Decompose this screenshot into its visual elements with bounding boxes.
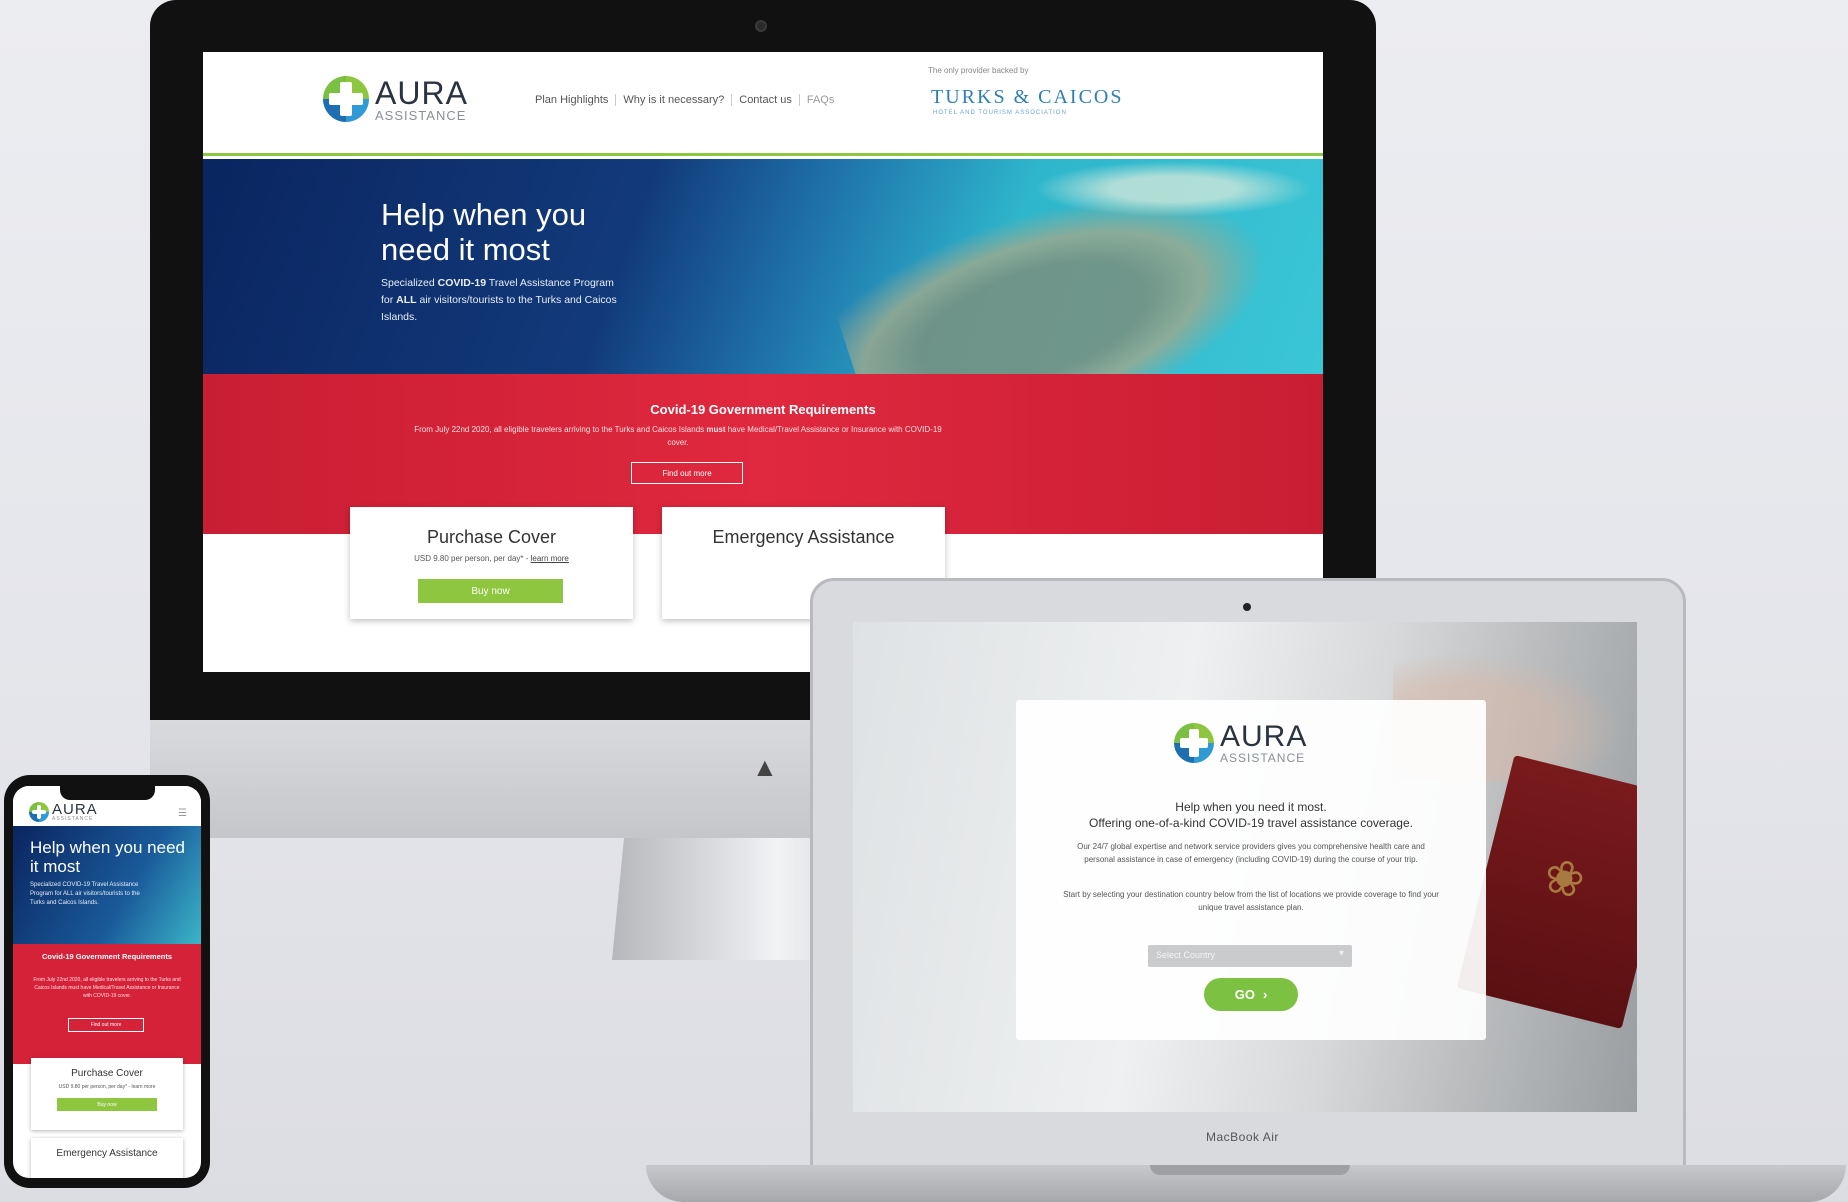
panel-subheadline: Offering one-of-a-kind COVID-19 travel a… (1089, 816, 1413, 830)
nav-plan-highlights[interactable]: Plan Highlights (528, 94, 617, 106)
mobile-req-title: Covid-19 Government Requirements (41, 952, 173, 961)
nav-faqs[interactable]: FAQs (800, 94, 842, 106)
partner-sub: HOTEL AND TOURISM ASSOCIATION (933, 110, 1067, 116)
passport-emblem-icon: ❀ (1538, 848, 1591, 910)
hamburger-menu-icon[interactable]: ☰ (178, 808, 187, 819)
mobile-requirements: Covid-19 Government Requirements From Ju… (13, 944, 201, 1064)
panel-instructions: Start by selecting your destination coun… (1063, 890, 1439, 912)
country-select[interactable]: Select Country ▾ (1148, 945, 1352, 967)
brand-logo: AURA ASSISTANCE (1174, 722, 1307, 764)
go-label: GO (1234, 987, 1255, 1002)
imac-camera (755, 20, 767, 32)
hero-title: Help when you need it most (381, 197, 587, 267)
mobile-card-title: Purchase Cover (71, 1068, 143, 1079)
card-title: Emergency Assistance (712, 527, 895, 547)
mobile-hero: Help when you need it most Specialized C… (13, 826, 201, 944)
mobile-find-out-more-button[interactable]: Find out more (68, 1018, 144, 1032)
mobile-hero-text: Specialized COVID-19 Travel Assistance P… (30, 882, 140, 906)
brand-logo[interactable]: AURA ASSISTANCE (323, 76, 468, 122)
laptop-site: ❀ AURA ASSISTANCE Help when you need it … (853, 622, 1637, 1112)
find-out-more-button[interactable]: Find out more (631, 462, 743, 484)
partner-tagline: The only provider backed by (928, 66, 1029, 75)
card-price: USD 9.80 per person, per day* - learn mo… (414, 554, 569, 563)
chevron-right-icon: › (1262, 987, 1268, 1002)
mobile-req-text: From July 22nd 2020, all eligible travel… (33, 977, 181, 999)
brand-logo[interactable]: AURA ASSISTANCE (29, 802, 98, 822)
site-header: AURA ASSISTANCE Plan Highlights Why is i… (203, 52, 1323, 156)
requirements-title: Covid-19 Government Requirements (650, 402, 876, 417)
panel-description: Our 24/7 global expertise and network se… (1077, 842, 1425, 864)
purchase-cover-card: Purchase Cover USD 9.80 per person, per … (350, 507, 633, 619)
card-title: Purchase Cover (426, 527, 557, 547)
chevron-down-icon: ▾ (1338, 948, 1344, 959)
brand-sub: ASSISTANCE (52, 816, 94, 822)
buy-now-button[interactable]: Buy now (418, 579, 563, 603)
select-placeholder: Select Country (1156, 950, 1216, 960)
mobile-card-title: Emergency Assistance (56, 1148, 158, 1159)
mobile-purchase-card: Purchase Cover USD 9.80 per person, per … (31, 1058, 183, 1130)
learn-more-link[interactable]: learn more (531, 554, 569, 563)
brand-sub: ASSISTANCE (1220, 751, 1306, 765)
mobile-buy-now-button[interactable]: Buy now (57, 1098, 157, 1111)
phone-notch (60, 786, 155, 800)
apple-logo-icon: ▲ (752, 752, 778, 782)
brand-sub: ASSISTANCE (375, 107, 467, 123)
go-button[interactable]: GO › (1204, 978, 1298, 1011)
macbook-label: MacBook Air (1206, 1130, 1279, 1144)
requirements-text: From July 22nd 2020, all eligible travel… (414, 425, 942, 447)
sandbar-image (1023, 159, 1323, 219)
medical-cross-icon (1174, 723, 1214, 763)
brand-name: AURA (1220, 720, 1308, 753)
brand-name: AURA (52, 801, 98, 818)
partner-logo[interactable]: TURKS & CAICOS (931, 86, 1123, 109)
panel-headline: Help when you need it most. (1175, 800, 1327, 814)
country-select-panel: AURA ASSISTANCE Help when you need it mo… (1016, 700, 1486, 1040)
macbook-notch (1150, 1165, 1350, 1175)
mobile-card-price: USD 9.80 per person, per day* - learn mo… (58, 1084, 156, 1090)
macbook-camera (1243, 603, 1251, 611)
mobile-site: AURA ASSISTANCE ☰ Help when you need it … (13, 786, 201, 1178)
hero-banner: Help when you need it most Specialized C… (203, 159, 1323, 374)
main-nav: Plan Highlights Why is it necessary? Con… (528, 94, 841, 106)
nav-contact[interactable]: Contact us (732, 94, 800, 106)
brand-name: AURA (375, 74, 468, 111)
nav-why-necessary[interactable]: Why is it necessary? (616, 94, 733, 106)
mobile-hero-title: Help when you need it most (30, 838, 186, 876)
mobile-emergency-card: Emergency Assistance (31, 1138, 183, 1178)
medical-cross-icon (323, 76, 369, 122)
medical-cross-icon (29, 802, 49, 822)
hero-text: Specialized COVID-19 Travel Assistance P… (381, 277, 617, 323)
